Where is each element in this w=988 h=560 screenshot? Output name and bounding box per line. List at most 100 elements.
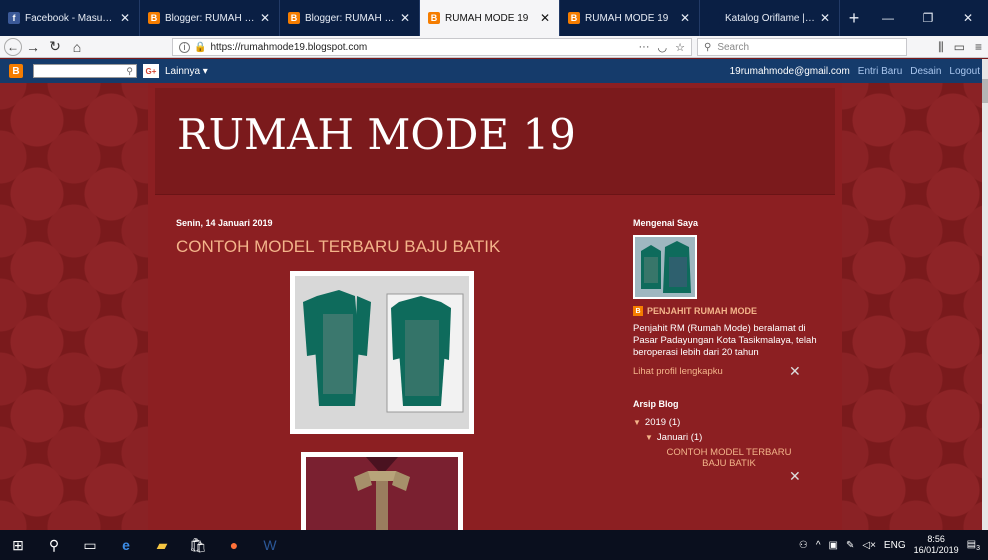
windows-start-icon[interactable]: ⊞ <box>0 530 36 560</box>
chevron-up-icon[interactable]: ^ <box>816 540 821 551</box>
tab-title: RUMAH MODE 19 <box>585 12 669 24</box>
edit-wrench-icon[interactable]: ✕ <box>789 363 801 380</box>
page-actions-icon[interactable]: ··· <box>639 41 650 53</box>
forward-button[interactable]: → <box>22 37 44 57</box>
archive-year-label[interactable]: 2019 (1) <box>645 417 680 428</box>
new-tab-button[interactable]: + <box>840 0 868 36</box>
restore-button[interactable]: ❐ <box>908 0 948 36</box>
close-icon[interactable]: ✕ <box>539 11 551 25</box>
oriflame-icon <box>708 12 720 24</box>
post-image-batik-green[interactable] <box>290 271 474 434</box>
close-icon[interactable]: ✕ <box>679 11 691 25</box>
profile-name-text[interactable]: PENJAHIT RUMAH MODE <box>647 306 757 316</box>
pocket-icon[interactable]: ◡ <box>658 41 668 54</box>
profile-name[interactable]: B PENJAHIT RUMAH MODE <box>633 306 757 316</box>
new-entry-link[interactable]: Entri Baru <box>858 66 902 77</box>
url-text[interactable]: https://rumahmode19.blogspot.com <box>210 42 630 53</box>
post-image-batik-maroon[interactable] <box>301 452 463 530</box>
blogger-icon: B <box>633 306 643 316</box>
back-button[interactable]: ← <box>4 37 22 56</box>
archive-post-link[interactable]: CONTOH MODEL TERBARU BAJU BATIK <box>654 447 804 469</box>
store-icon[interactable]: 🛍 <box>180 530 216 560</box>
search-icon[interactable]: ⚲ <box>126 66 133 77</box>
network-icon[interactable]: ▣ <box>829 540 838 551</box>
reload-button[interactable]: ↻ <box>44 37 66 57</box>
logout-link[interactable]: Logout <box>949 66 980 77</box>
search-icon: ⚲ <box>704 41 712 53</box>
menu-icon[interactable]: ≡ <box>975 40 982 54</box>
design-link[interactable]: Desain <box>910 66 941 77</box>
close-window-button[interactable]: ✕ <box>948 0 988 36</box>
blog-search-input[interactable]: ⚲ <box>33 64 137 78</box>
triangle-down-icon[interactable]: ▼ <box>633 418 641 427</box>
sidebar-icon[interactable]: ▭ <box>954 40 965 54</box>
post-title[interactable]: CONTOH MODEL TERBARU BAJU BATIK <box>176 237 500 257</box>
language-indicator[interactable]: ENG <box>884 540 906 551</box>
blogger-logo-icon[interactable]: B <box>9 64 23 78</box>
archive-month[interactable]: ▼ Januari (1) <box>645 432 702 443</box>
word-icon[interactable]: W <box>252 530 288 560</box>
people-icon[interactable]: ⚇ <box>799 540 808 551</box>
firefox-icon[interactable]: ● <box>216 530 252 560</box>
window-controls: — ❐ ✕ <box>868 0 988 36</box>
tab-title: Blogger: RUMAH MODE <box>305 12 395 24</box>
tab-facebook[interactable]: f Facebook - Masuk atau D ✕ <box>0 0 140 36</box>
windows-taskbar: ⊞ ⚲ ▭ e ▰ 🛍 ● W ⚇ ^ ▣ ✎ ◁× ENG 8:56 16/0… <box>0 530 988 560</box>
pen-icon[interactable]: ✎ <box>846 540 854 551</box>
blogger-icon: B <box>568 12 580 24</box>
toolbar-right: ⫼ ▭ ≡ <box>938 38 982 56</box>
page-scrollbar[interactable] <box>982 59 988 530</box>
close-icon[interactable]: ✕ <box>119 11 131 25</box>
tab-title: Blogger: RUMAH MODE <box>165 12 255 24</box>
minimize-button[interactable]: — <box>868 0 908 36</box>
background-pattern <box>0 83 148 530</box>
archive-month-label[interactable]: Januari (1) <box>657 432 702 443</box>
blog-title[interactable]: RUMAH MODE 19 <box>177 110 576 159</box>
sidebar: Mengenai Saya B PENJAHIT RUMAH MODE Penj… <box>619 83 829 530</box>
tab-blogger-1[interactable]: B Blogger: RUMAH MODE ✕ <box>140 0 280 36</box>
task-view-icon[interactable]: ▭ <box>72 530 108 560</box>
profile-description: Penjahit RM (Rumah Mode) beralamat di Pa… <box>633 323 817 358</box>
tab-rumah-mode[interactable]: B RUMAH MODE 19 ✕ <box>560 0 700 36</box>
archive-year[interactable]: ▼ 2019 (1) <box>633 417 680 428</box>
edge-browser-icon[interactable]: e <box>108 530 144 560</box>
profile-link[interactable]: Lihat profil lengkapku <box>633 366 723 377</box>
notification-center-icon[interactable]: ▤3 <box>967 539 980 552</box>
close-icon[interactable]: ✕ <box>259 11 271 25</box>
blog-content: RUMAH MODE 19 Senin, 14 Januari 2019 CON… <box>148 83 842 530</box>
clock-date: 16/01/2019 <box>913 545 959 555</box>
file-explorer-icon[interactable]: ▰ <box>144 530 180 560</box>
search-icon[interactable]: ⚲ <box>36 530 72 560</box>
blogger-icon: B <box>288 12 300 24</box>
library-icon[interactable]: ⫼ <box>938 40 944 55</box>
tab-blogger-2[interactable]: B Blogger: RUMAH MODE ✕ <box>280 0 420 36</box>
batik-photo <box>306 457 458 530</box>
blogger-icon: B <box>428 12 440 24</box>
lock-icon: 🔒 <box>194 41 207 53</box>
tab-oriflame[interactable]: Katalog Oriflame | Orifla ✕ <box>700 0 840 36</box>
edit-wrench-icon[interactable]: ✕ <box>789 468 801 485</box>
triangle-down-icon[interactable]: ▼ <box>645 433 653 442</box>
clock[interactable]: 8:56 16/01/2019 <box>914 534 959 556</box>
search-input[interactable]: ⚲ Search <box>697 38 907 56</box>
bookmark-star-icon[interactable]: ☆ <box>675 41 685 54</box>
more-menu[interactable]: Lainnya ▾ <box>165 66 208 77</box>
tab-title: RUMAH MODE 19 <box>445 12 529 24</box>
close-icon[interactable]: ✕ <box>819 11 831 25</box>
notification-count: 3 <box>976 544 980 552</box>
batik-photo <box>295 276 469 429</box>
tab-rumah-mode-active[interactable]: B RUMAH MODE 19 ✕ <box>420 0 560 36</box>
avatar-photo <box>635 237 695 297</box>
scrollbar-thumb[interactable] <box>982 79 988 103</box>
blogger-icon: B <box>148 12 160 24</box>
google-plus-icon[interactable]: G+ <box>143 64 159 78</box>
profile-avatar[interactable] <box>633 235 697 299</box>
account-email: 19rumahmode@gmail.com <box>729 65 850 77</box>
close-icon[interactable]: ✕ <box>399 11 411 25</box>
blogger-account-links: 19rumahmode@gmail.com Entri Baru Desain … <box>730 66 980 77</box>
home-button[interactable]: ⌂ <box>66 37 88 57</box>
volume-mute-icon[interactable]: ◁× <box>862 540 876 551</box>
browser-tab-strip: f Facebook - Masuk atau D ✕ B Blogger: R… <box>0 0 988 36</box>
url-bar[interactable]: i 🔒 https://rumahmode19.blogspot.com ···… <box>172 38 692 56</box>
info-icon[interactable]: i <box>179 41 190 53</box>
